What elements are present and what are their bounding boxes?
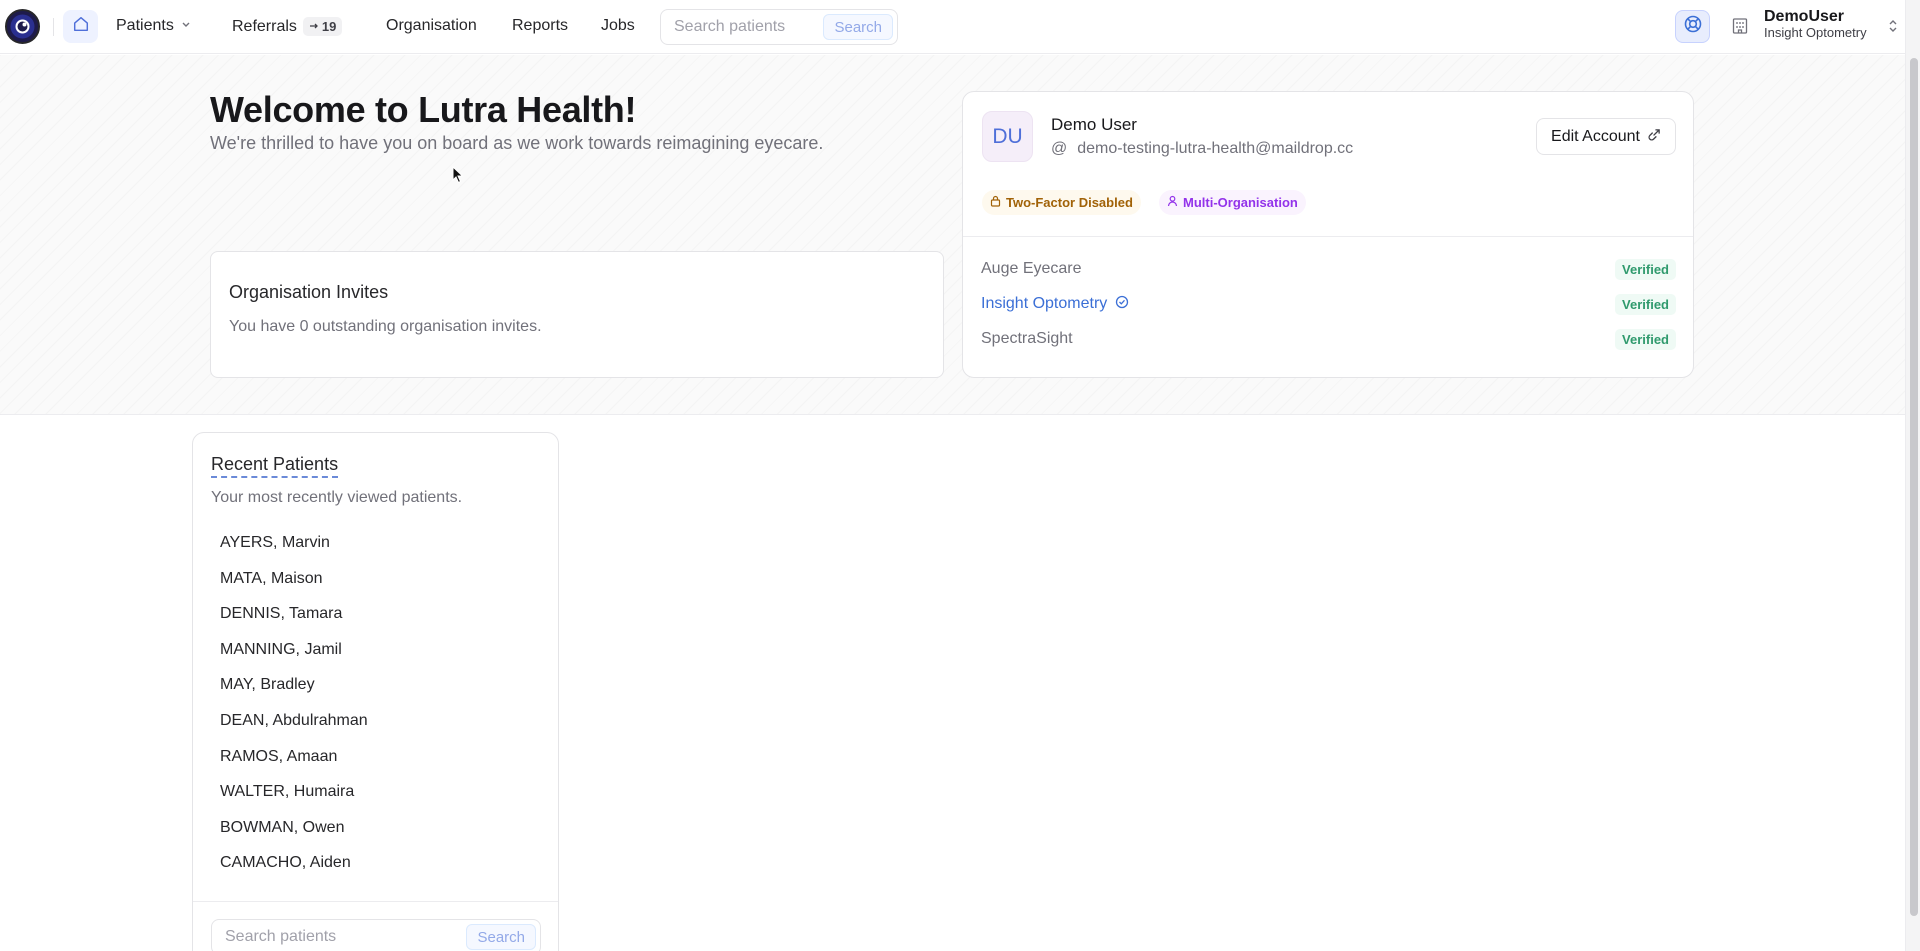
verified-badge: Verified	[1615, 258, 1676, 280]
arrow-right-icon	[309, 19, 319, 34]
list-item[interactable]: MAY, Bradley	[220, 675, 368, 711]
edit-account-label: Edit Account	[1551, 127, 1640, 145]
building-icon	[1732, 17, 1748, 40]
nav-divider	[53, 18, 54, 36]
two-factor-label: Two-Factor Disabled	[1006, 195, 1133, 210]
recent-search-box: Search	[211, 919, 541, 951]
hero-section: Welcome to Lutra Health! We're thrilled …	[0, 55, 1905, 415]
chevron-updown-icon[interactable]	[1887, 17, 1899, 40]
nav-jobs[interactable]: Jobs	[601, 17, 635, 35]
page-subtitle: We're thrilled to have you on board as w…	[210, 133, 824, 153]
nav-organisation[interactable]: Organisation	[386, 17, 477, 35]
nav-referrals-label: Referrals	[232, 17, 297, 35]
user-icon	[1167, 195, 1178, 210]
recent-patients-subtitle: Your most recently viewed patients.	[211, 489, 463, 506]
list-item[interactable]: WALTER, Humaira	[220, 782, 368, 818]
lock-icon	[990, 195, 1001, 210]
nav-search-button[interactable]: Search	[823, 14, 893, 40]
org-name-label: Insight Optometry	[981, 295, 1108, 312]
list-item[interactable]: DENNIS, Tamara	[220, 604, 368, 640]
list-item[interactable]: DEAN, Abdulrahman	[220, 711, 368, 747]
logo-icon[interactable]	[5, 9, 40, 44]
home-icon	[72, 15, 90, 38]
help-button[interactable]	[1675, 10, 1710, 43]
recent-patients-card: Recent Patients Your most recently viewe…	[192, 432, 559, 951]
list-item[interactable]: BOWMAN, Owen	[220, 818, 368, 854]
home-button[interactable]	[63, 10, 98, 43]
nav-organisation-label: Organisation	[386, 17, 477, 34]
account-email: demo-testing-lutra-health@maildrop.cc	[1077, 140, 1354, 157]
help-icon	[1683, 14, 1703, 39]
invites-title: Organisation Invites	[229, 282, 389, 302]
recent-search-button[interactable]: Search	[466, 924, 536, 950]
referrals-count: 19	[321, 19, 337, 34]
recent-patients-list: AYERS, Marvin MATA, Maison DENNIS, Tamar…	[220, 533, 368, 889]
check-badge-icon	[1115, 295, 1129, 314]
edit-account-button[interactable]: Edit Account	[1536, 118, 1676, 155]
account-name: Demo User	[1051, 115, 1137, 134]
org-row-spectrasight[interactable]: SpectraSight Verified	[981, 327, 1676, 351]
avatar: DU	[982, 111, 1033, 162]
nav-search-input[interactable]	[661, 18, 821, 36]
user-organisation: Insight Optometry	[1764, 25, 1867, 41]
chevron-down-icon	[180, 17, 192, 35]
card-divider	[963, 236, 1693, 237]
nav-reports[interactable]: Reports	[512, 17, 568, 35]
organisation-invites-card: Organisation Invites You have 0 outstand…	[210, 251, 944, 378]
external-link-icon	[1648, 128, 1661, 146]
recent-divider	[193, 901, 558, 902]
page-title: Welcome to Lutra Health!	[210, 89, 637, 130]
org-name: SpectraSight	[981, 330, 1073, 347]
org-row-auge-eyecare[interactable]: Auge Eyecare Verified	[981, 257, 1676, 281]
list-item[interactable]: MANNING, Jamil	[220, 640, 368, 676]
nav-jobs-label: Jobs	[601, 17, 635, 34]
account-card: DU Demo User @ demo-testing-lutra-health…	[962, 91, 1694, 378]
user-switcher[interactable]: DemoUser Insight Optometry	[1764, 8, 1867, 41]
org-name-active: Insight Optometry	[981, 295, 1129, 314]
nav-patients[interactable]: Patients	[116, 17, 192, 35]
multi-org-label: Multi-Organisation	[1183, 195, 1298, 210]
list-item[interactable]: CAMACHO, Aiden	[220, 853, 368, 889]
nav-patients-label: Patients	[116, 17, 174, 34]
page-scrollbar[interactable]	[1905, 0, 1920, 951]
verified-badge: Verified	[1615, 293, 1676, 315]
account-email-row: @ demo-testing-lutra-health@maildrop.cc	[1051, 140, 1353, 158]
recent-patients-title[interactable]: Recent Patients	[211, 454, 339, 478]
org-row-insight-optometry[interactable]: Insight Optometry Verified	[981, 292, 1676, 316]
top-nav: Patients Referrals 19 Organisation Repor…	[0, 0, 1905, 54]
mouse-cursor-icon	[452, 165, 464, 189]
nav-search-box: Search	[660, 9, 898, 45]
list-item[interactable]: MATA, Maison	[220, 569, 368, 605]
user-name: DemoUser	[1764, 8, 1845, 25]
nav-referrals[interactable]: Referrals 19	[232, 17, 343, 36]
at-sign: @	[1051, 140, 1068, 157]
org-name: Auge Eyecare	[981, 260, 1082, 277]
list-item[interactable]: AYERS, Marvin	[220, 533, 368, 569]
nav-reports-label: Reports	[512, 17, 569, 34]
invites-text: You have 0 outstanding organisation invi…	[229, 318, 542, 335]
multi-organisation-badge: Multi-Organisation	[1159, 190, 1306, 215]
list-item[interactable]: RAMOS, Amaan	[220, 747, 368, 783]
scrollbar-thumb[interactable]	[1910, 58, 1918, 916]
recent-search-input[interactable]	[212, 928, 452, 946]
verified-badge: Verified	[1615, 328, 1676, 350]
two-factor-status-badge: Two-Factor Disabled	[982, 190, 1141, 215]
referrals-count-badge: 19	[302, 17, 343, 36]
